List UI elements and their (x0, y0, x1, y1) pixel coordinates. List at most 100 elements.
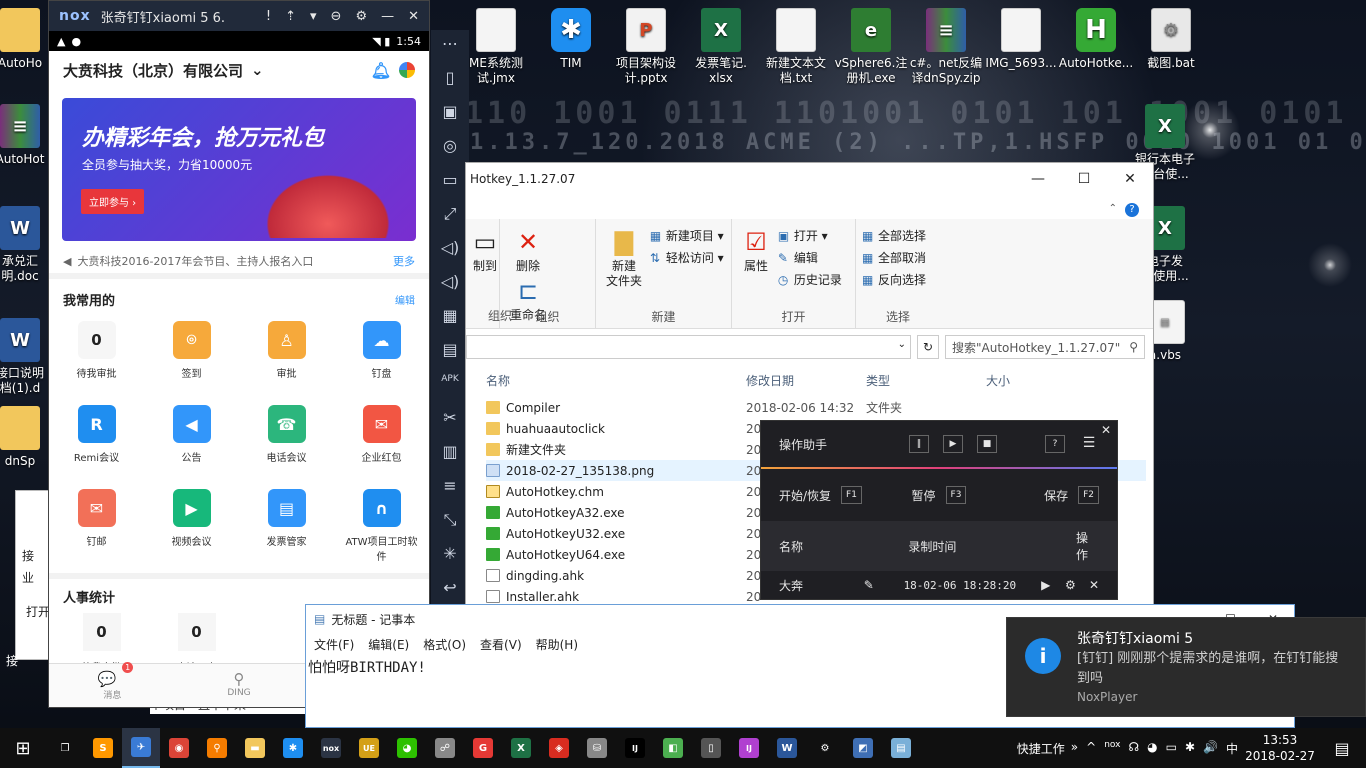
desktop-icon[interactable]: X 发票笔记. xlsx (681, 8, 761, 86)
desktop-icon[interactable]: e vSphere6.注 册机.exe (831, 8, 911, 86)
start-button[interactable]: ⊞ (0, 728, 46, 768)
desktop-icon[interactable]: H AutoHotke... (1056, 8, 1136, 71)
history-button[interactable]: ◷ 历史记录 (778, 269, 842, 291)
nox-tool-icon[interactable]: ⋯ (442, 34, 458, 56)
taskbar-app[interactable]: ▬ (236, 728, 274, 768)
nox-tool-icon[interactable]: ◁) (441, 238, 460, 260)
desktop-icon[interactable]: P 项目架构设 计.pptx (606, 8, 686, 86)
nox-tool-icon[interactable]: ▯ (446, 68, 455, 90)
help-icon[interactable]: ? (1045, 435, 1065, 453)
save-control[interactable]: 保存 F2 (998, 486, 1099, 504)
easy-access-button[interactable]: ⇅ 轻松访问 ▾ (650, 247, 724, 269)
nox-control-button[interactable]: ▾ (310, 9, 317, 24)
app-item[interactable]: ▶ 视频会议 (144, 487, 239, 567)
taskbar-app[interactable]: ▤ (882, 728, 920, 768)
new-folder-button[interactable]: ▇ 新建 文件夹 (602, 225, 646, 289)
workspace-icon[interactable] (399, 62, 415, 78)
taskbar-app[interactable]: S (84, 728, 122, 768)
nox-tool-icon[interactable]: APK (441, 374, 459, 396)
taskbar-app[interactable]: ⛁ (578, 728, 616, 768)
nox-tool-icon[interactable]: ⤢ (444, 204, 457, 226)
edit-link[interactable]: 编辑 (395, 292, 415, 307)
column-size[interactable]: 大小 (986, 372, 1010, 389)
start-resume-control[interactable]: 开始/恢复 F1 (779, 486, 880, 504)
menu-item[interactable]: 查看(V) (480, 636, 522, 653)
taskbar-app[interactable]: ✈ (122, 728, 160, 768)
tab-ding[interactable]: ⚲ DING (176, 664, 303, 707)
tray-icon[interactable]: ◕ (1147, 740, 1157, 757)
tab-messages[interactable]: 💬1 消息 (49, 662, 176, 707)
macro-row[interactable]: 大奔 ✎ 18-02-06 18:28:20 ▶ ⚙ ✕ (761, 571, 1117, 599)
tray-icon[interactable]: » (1071, 740, 1078, 757)
invert-selection-button[interactable]: ▦ 反向选择 (862, 269, 934, 291)
delete-button[interactable]: ✕ 删除 (506, 225, 550, 274)
company-name[interactable]: 大贲科技（北京）有限公司 (63, 60, 243, 81)
app-item[interactable]: ☎ 电话会议 (239, 403, 334, 483)
taskbar-app[interactable]: ◕ (388, 728, 426, 768)
nox-control-button[interactable]: ! (266, 9, 271, 24)
app-item[interactable]: 0 待我审批 (49, 319, 144, 399)
nox-control-button[interactable]: — (381, 9, 394, 24)
column-name[interactable]: 名称 (486, 372, 746, 389)
taskbar-app[interactable]: ⚙ (806, 728, 844, 768)
nox-tool-icon[interactable]: ↩ (443, 578, 456, 600)
taskbar-app[interactable]: UE (350, 728, 388, 768)
nox-control-button[interactable]: ✕ (408, 9, 419, 24)
taskbar-app[interactable]: ⚲ (198, 728, 236, 768)
clock[interactable]: 13:53 2018-02-27 (1244, 732, 1316, 764)
nox-control-button[interactable]: ⊖ (331, 9, 342, 24)
play-icon[interactable]: ▶ (1041, 578, 1065, 592)
edit-icon[interactable]: ✎ (864, 578, 904, 592)
nox-tool-icon[interactable]: ◎ (443, 136, 457, 158)
help-icon[interactable]: ? (1125, 203, 1139, 217)
pause-control[interactable]: 暂停 F3 (888, 486, 989, 504)
nox-tool-icon[interactable]: ▭ (442, 170, 457, 192)
taskbar-app[interactable]: ☍ (426, 728, 464, 768)
taskbar-app[interactable]: W (768, 728, 806, 768)
nox-tool-icon[interactable]: ◁) (441, 272, 460, 294)
nox-control-button[interactable]: ⇡ (285, 9, 296, 24)
tray-icon[interactable]: ☊ (1128, 740, 1139, 757)
nox-tool-icon[interactable]: ▦ (442, 306, 457, 328)
nox-title-bar[interactable]: nox 张奇钉钉xiaomi 5 6. ! ⇡ ▾ ⊖ ⚙ — ✕ (49, 1, 429, 31)
nox-tool-icon[interactable]: ✂ (443, 408, 456, 430)
desktop-icon[interactable]: 新建文本文 档.txt (756, 8, 836, 86)
select-all-button[interactable]: ▦ 全部选择 (862, 225, 934, 247)
desktop-icon[interactable]: ⚙ 截图.bat (1131, 8, 1211, 71)
taskbar-app[interactable]: ▯ (692, 728, 730, 768)
app-item[interactable]: ▤ 发票管家 (239, 487, 334, 567)
select-none-button[interactable]: ▦ 全部取消 (862, 247, 934, 269)
menu-item[interactable]: 编辑(E) (368, 636, 409, 653)
tray-icon[interactable]: 中 (1226, 740, 1238, 757)
refresh-button[interactable]: ↻ (917, 335, 939, 359)
app-item[interactable]: R Remi会议 (49, 403, 144, 483)
desktop-icon[interactable]: IMG_5693... (981, 8, 1061, 71)
nox-tool-icon[interactable]: ▥ (442, 442, 457, 464)
quick-launch-label[interactable]: 快捷工作 (1017, 740, 1065, 757)
chevron-down-icon[interactable]: ⌄ (251, 61, 264, 79)
pause-icon[interactable]: ‖ (909, 435, 929, 453)
taskbar-app[interactable]: ◩ (844, 728, 882, 768)
menu-item[interactable]: 文件(F) (314, 636, 354, 653)
app-item[interactable]: ✉ 企业红包 (334, 403, 429, 483)
nox-tool-icon[interactable]: ≡ (443, 476, 456, 498)
file-row[interactable]: Compiler 2018-02-06 14:32 文件夹 (486, 397, 1146, 418)
notice-bar[interactable]: ◀ 大贲科技2016-2017年会节目、主持人报名入口 更多 (49, 249, 429, 279)
tray-icon[interactable]: 🔊 (1203, 740, 1218, 757)
nox-tool-icon[interactable]: ▤ (442, 340, 457, 362)
chevron-up-icon[interactable]: ⌃ (1109, 203, 1117, 217)
list-icon[interactable]: ☰ (1079, 435, 1099, 453)
app-item[interactable]: ✉ 钉邮 (49, 487, 144, 567)
column-type[interactable]: 类型 (866, 372, 986, 389)
taskbar-app[interactable]: G (464, 728, 502, 768)
edit-button[interactable]: ✎ 编辑 (778, 247, 842, 269)
maximize-button[interactable]: ☐ (1061, 171, 1107, 187)
taskbar-app[interactable]: ◧ (654, 728, 692, 768)
taskbar-app[interactable]: IJ (730, 728, 768, 768)
new-item-button[interactable]: ▦ 新建项目 ▾ (650, 225, 724, 247)
properties-button[interactable]: ☑ 属性 (738, 225, 774, 274)
tray-icon[interactable]: nox (1104, 740, 1120, 757)
address-bar[interactable]: ⌄ (466, 335, 911, 359)
explorer-title-bar[interactable]: Hotkey_1.1.27.07 — ☐ ✕ (466, 163, 1153, 195)
bell-icon[interactable]: 🔔︎ (371, 61, 391, 80)
